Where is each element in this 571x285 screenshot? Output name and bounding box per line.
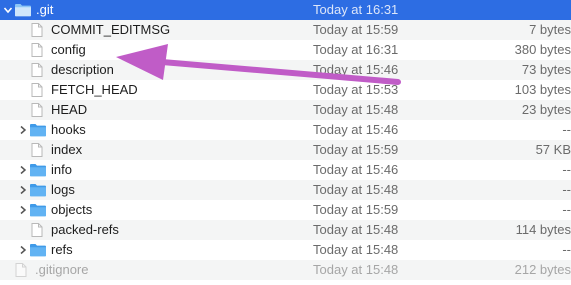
row-size: -- xyxy=(562,202,571,217)
chevron-right-icon[interactable] xyxy=(17,120,29,140)
list-row-gitignore[interactable]: .gitignore Today at 15:48 212 bytes xyxy=(0,260,571,280)
list-row-partial xyxy=(0,280,571,285)
list-row-description[interactable]: description Today at 15:46 73 bytes xyxy=(0,60,571,80)
row-name: COMMIT_EDITMSG xyxy=(51,22,171,37)
row-date: Today at 15:53 xyxy=(313,82,399,97)
row-size: 380 bytes xyxy=(514,42,571,57)
row-size: 23 bytes xyxy=(521,102,571,117)
list-row-git[interactable]: .git Today at 16:31 xyxy=(0,0,571,20)
list-row-fetch-head[interactable]: FETCH_HEAD Today at 15:53 103 bytes xyxy=(0,80,571,100)
row-size: 114 bytes xyxy=(515,222,571,237)
row-name: .gitignore xyxy=(35,262,89,277)
row-size: 103 bytes xyxy=(514,82,571,97)
row-size: 7 bytes xyxy=(529,22,571,37)
chevron-right-icon[interactable] xyxy=(17,180,29,200)
list-row-commit-editmsg[interactable]: COMMIT_EDITMSG Today at 15:59 7 bytes xyxy=(0,20,571,40)
chevron-right-icon[interactable] xyxy=(17,240,29,260)
row-date: Today at 15:59 xyxy=(313,22,399,37)
row-name: HEAD xyxy=(51,102,88,117)
row-name: info xyxy=(51,162,72,177)
row-date: Today at 15:59 xyxy=(313,142,399,157)
row-date: Today at 15:46 xyxy=(313,122,399,137)
row-size: 57 KB xyxy=(535,142,571,157)
chevron-right-icon[interactable] xyxy=(17,200,29,220)
row-date: Today at 15:48 xyxy=(313,222,399,237)
list-row-refs[interactable]: refs Today at 15:48 -- xyxy=(0,240,571,260)
row-date: Today at 15:48 xyxy=(313,242,399,257)
row-name: refs xyxy=(51,242,73,257)
list-row-logs[interactable]: logs Today at 15:48 -- xyxy=(0,180,571,200)
row-date: Today at 15:46 xyxy=(313,62,399,77)
row-date: Today at 15:59 xyxy=(313,202,399,217)
row-date: Today at 16:31 xyxy=(313,42,399,57)
list-row-objects[interactable]: objects Today at 15:59 -- xyxy=(0,200,571,220)
list-row-hooks[interactable]: hooks Today at 15:46 -- xyxy=(0,120,571,140)
row-size: -- xyxy=(562,242,571,257)
row-date: Today at 16:31 xyxy=(313,2,399,17)
row-date: Today at 15:48 xyxy=(313,102,399,117)
row-name: .git xyxy=(36,2,54,17)
row-name: index xyxy=(51,142,83,157)
chevron-right-icon[interactable] xyxy=(17,160,29,180)
list-row-index[interactable]: index Today at 15:59 57 KB xyxy=(0,140,571,160)
chevron-down-icon[interactable] xyxy=(2,0,14,20)
row-name: packed-refs xyxy=(51,222,119,237)
row-name: description xyxy=(51,62,114,77)
row-name: FETCH_HEAD xyxy=(51,82,138,97)
row-size: -- xyxy=(562,182,571,197)
row-date: Today at 15:48 xyxy=(313,182,399,197)
list-row-info[interactable]: info Today at 15:46 -- xyxy=(0,160,571,180)
row-date: Today at 15:48 xyxy=(313,262,399,277)
row-size: -- xyxy=(562,122,571,137)
row-name: hooks xyxy=(51,122,86,137)
list-row-packed-refs[interactable]: packed-refs Today at 15:48 114 bytes xyxy=(0,220,571,240)
row-size: 73 bytes xyxy=(521,62,571,77)
list-row-config[interactable]: config Today at 16:31 380 bytes xyxy=(0,40,571,60)
file-list: .git Today at 16:31 COMMIT_EDITMSG Today… xyxy=(0,0,571,285)
row-date: Today at 15:46 xyxy=(313,162,399,177)
row-name: logs xyxy=(51,182,75,197)
row-name: config xyxy=(51,42,86,57)
row-name: objects xyxy=(51,202,93,217)
row-size: -- xyxy=(562,162,571,177)
list-row-head[interactable]: HEAD Today at 15:48 23 bytes xyxy=(0,100,571,120)
row-size: 212 bytes xyxy=(514,262,571,277)
